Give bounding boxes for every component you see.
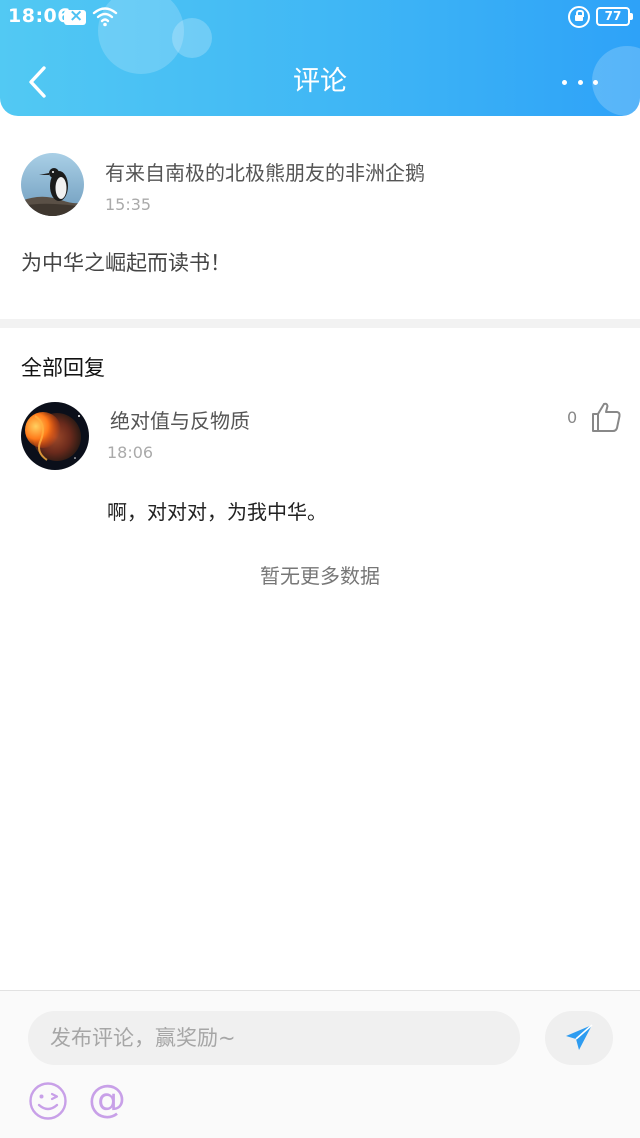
reply-author-name[interactable]: 绝对值与反物质 [110, 405, 250, 434]
more-button[interactable] [562, 70, 598, 94]
like-button[interactable] [590, 401, 622, 433]
page-title: 评论 [293, 66, 347, 97]
post-content: 为中华之崛起而读书！ [21, 251, 231, 275]
battery-icon: 77 [596, 7, 633, 26]
send-button[interactable] [545, 1011, 613, 1065]
reply-content: 啊，对对对，为我中华。 [107, 500, 327, 524]
reply-timestamp: 18:06 [107, 443, 154, 462]
section-divider [0, 319, 640, 328]
post-author-avatar[interactable] [21, 153, 84, 216]
penguin-avatar [21, 153, 84, 216]
planet-avatar [21, 402, 89, 470]
comment-input[interactable] [28, 1011, 520, 1065]
post-timestamp: 15:35 [105, 195, 152, 214]
wifi-icon [92, 7, 118, 27]
mention-button[interactable]: @ [86, 1077, 128, 1121]
post-author-name[interactable]: 有来自南极的北极熊朋友的非洲企鹅 [105, 157, 425, 186]
more-dot [577, 79, 583, 85]
header-bar: 18:06 77 评论 [0, 0, 640, 116]
no-more-data-text: 暂无更多数据 [260, 564, 380, 588]
more-dot [593, 79, 598, 85]
status-time: 18:06 [8, 5, 71, 27]
comment-composer: @ [0, 990, 640, 1138]
paper-plane-icon [566, 1024, 593, 1050]
emoji-button[interactable] [28, 1081, 68, 1121]
more-dot [562, 79, 567, 85]
rotation-lock-icon [568, 6, 590, 28]
like-count: 0 [567, 408, 578, 427]
notification-x-icon [64, 6, 86, 26]
thumbs-up-icon [592, 402, 621, 432]
reply-author-avatar[interactable] [21, 402, 89, 470]
replies-section-title: 全部回复 [21, 356, 105, 380]
status-bar: 18:06 77 [0, 0, 640, 36]
emoji-icon [29, 1082, 67, 1120]
